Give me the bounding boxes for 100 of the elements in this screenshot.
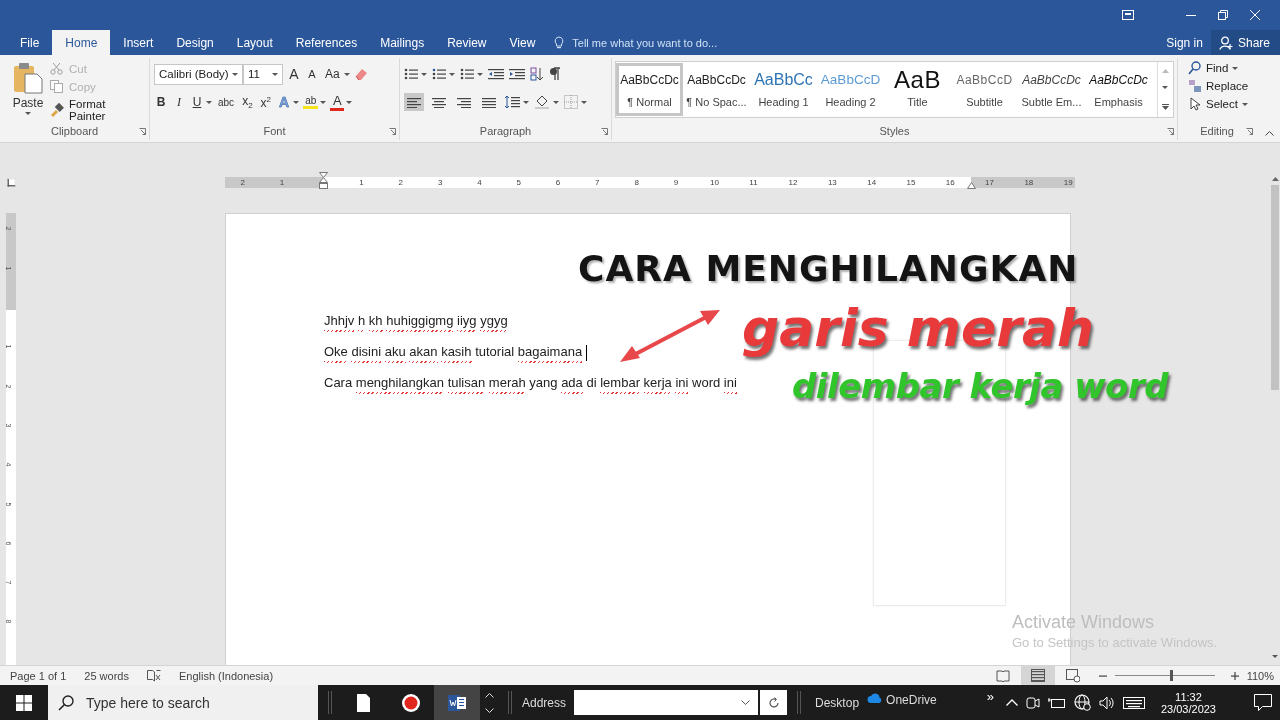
toolbar-overflow-button[interactable]: » [980,685,1000,704]
address-field[interactable] [574,690,759,715]
taskbar-app[interactable] [434,685,480,720]
font-size-field[interactable]: 11 [243,63,283,85]
caret-icon [232,72,238,76]
collapse-ribbon-icon [1265,131,1274,136]
caption-text: dilembar kerja word [792,366,1169,406]
ribbon-tab[interactable]: File [10,30,50,55]
ribbon-tab[interactable]: Layout [226,30,283,55]
word-count[interactable]: 25 words [84,669,129,682]
font-button[interactable]: A [330,93,345,111]
font-button[interactable]: Aa [323,67,342,81]
desktop-toolbar[interactable]: Desktop [811,685,864,720]
caret-icon [343,72,350,76]
dialog-launcher-icon [601,128,608,135]
scrollbar-thumb[interactable] [1271,185,1279,390]
style-item[interactable]: AaBbCcDc Subtle Em... [1018,63,1085,116]
ribbon-tab[interactable]: Mailings [370,30,435,55]
document-text: Cara menghilangkan tulisan merah yang ada di lembar kerja ini word ini [324,374,737,392]
language-indicator[interactable]: English (Indonesia) [178,669,274,682]
style-item[interactable]: AaB Title [884,63,951,116]
ruler-number: 13 [827,178,837,187]
font-button[interactable]: A [287,66,301,82]
caret-icon [346,100,353,104]
keyboard-icon [1122,695,1145,710]
style-item[interactable]: AaBbCcD Subtitle [951,63,1018,116]
style-item[interactable]: AaBbCcDc Emphasis [1085,63,1152,116]
font-button[interactable]: x$_{2}$ [240,93,255,111]
ruler-number: 2 [398,178,404,187]
tab-selector[interactable] [7,178,15,187]
ribbon-tab[interactable]: References [285,30,368,55]
notification-icon [1254,694,1272,711]
refresh-icon [767,696,780,709]
view-button[interactable] [1020,665,1055,686]
align-center-icon [432,96,446,108]
document-text: Oke disini aku akan kasih tutorial bagaimana [324,343,588,361]
windows-icon [16,694,32,711]
style-item[interactable]: AaBbCcD Heading 2 [817,63,884,116]
chevron-up-icon [1005,699,1018,706]
style-item[interactable]: AaBbCcDc ¶ No Spac... [683,63,750,116]
font-button[interactable]: B [154,95,168,109]
multilevel-list-icon [460,67,474,81]
align-button[interactable] [404,93,424,111]
style-item[interactable]: AaBbCc Heading 1 [750,63,817,116]
clipboard-button[interactable]: Format Painter [50,98,145,122]
ribbon-tab[interactable]: Review [437,30,497,55]
restore-icon [1218,10,1228,20]
caret-icon [320,100,327,104]
editing-button[interactable]: Find [1188,61,1252,75]
caret-icon [553,100,559,104]
font-button[interactable]: abc [216,96,237,108]
paste-button[interactable]: Paste [10,60,46,122]
font-button[interactable]: I [172,94,186,110]
speaker-icon [1098,695,1115,710]
chevron-down-icon [484,707,494,713]
search-box[interactable]: Type here to search [48,685,318,720]
font-button[interactable]: ab [303,95,319,109]
pilcrow-icon [549,67,561,81]
align-right-icon [457,96,471,108]
ruler-number: 8 [634,178,639,187]
ribbon-tab[interactable]: Insert [113,30,164,55]
refresh-button[interactable] [760,690,788,715]
ruler-number: 11 [749,178,758,187]
caret-icon [581,100,587,104]
font-button[interactable]: U [190,95,204,109]
font-button[interactable]: x$^{2}$ [258,94,274,110]
share-button[interactable]: Share [1210,30,1280,55]
ribbon-tab[interactable]: View [499,30,546,55]
ruler-number: 17 [985,178,994,187]
caption-text: garis merah [742,298,1095,358]
record-icon [401,692,421,713]
editing-button[interactable]: Replace [1188,79,1252,93]
ruler-number: 1 [279,178,285,187]
sign-in-link[interactable]: Sign in [1158,30,1211,55]
zoom-level[interactable]: 110% [1246,669,1274,682]
font-button[interactable]: A [305,68,319,80]
replace-icon [1188,79,1202,93]
right-indent-icon [967,182,976,189]
ribbon-tab[interactable]: Design [166,30,224,55]
address-label: Address [522,695,567,710]
clock[interactable]: 11:32 23/03/2023 [1150,685,1226,720]
page-count[interactable]: Page 1 of 1 [10,669,67,682]
tell-me-field[interactable]: Tell me what you want to do... [570,35,741,50]
editing-button[interactable]: Select [1188,97,1252,111]
style-item[interactable]: AaBbCcDc ¶ Normal [616,63,683,116]
dialog-launcher-icon [389,128,396,135]
dialog-launcher-icon [1246,128,1253,135]
group-label: Font [263,125,286,137]
group-label: Styles [879,125,910,137]
ruler-number: 10 [710,178,719,187]
onedrive-toolbar[interactable]: OneDrive [863,685,941,720]
taskbar-search-field[interactable]: Type here to search [84,693,304,712]
decrease-indent-icon [488,67,504,81]
ruler-number: 1 [359,178,364,187]
ribbon-tab[interactable]: Home [52,30,111,55]
font-name-field[interactable]: Calibri (Body) [154,63,243,85]
scissors-icon [50,62,64,76]
clipboard-icon [13,62,43,94]
caret-icon [293,100,300,104]
ruler-number: 16 [945,178,955,187]
